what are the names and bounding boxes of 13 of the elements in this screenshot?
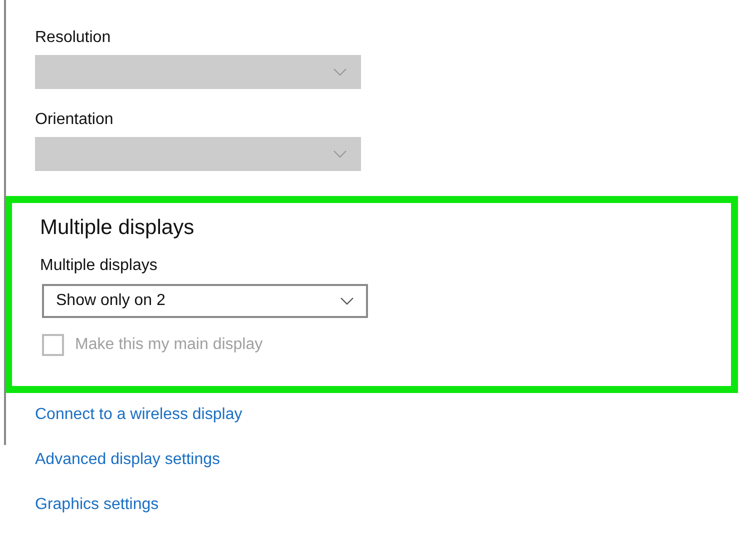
chevron-down-icon <box>333 150 347 158</box>
chevron-down-icon <box>340 297 354 305</box>
checkbox-label: Make this my main display <box>75 336 263 354</box>
settings-link[interactable]: Graphics settings <box>35 495 159 515</box>
section-heading: Multiple displays <box>40 215 196 241</box>
settings-link[interactable]: Advanced display settings <box>35 450 220 470</box>
chevron-down-icon <box>333 68 347 76</box>
field-label: Resolution <box>35 28 112 47</box>
field-label: Orientation <box>35 110 114 129</box>
field-label: Multiple displays <box>40 256 158 275</box>
dropdown-value: Show only on 2 <box>56 292 166 310</box>
dropdown[interactable]: Show only on 2 <box>42 284 368 318</box>
settings-link[interactable]: Connect to a wireless display <box>35 405 242 425</box>
